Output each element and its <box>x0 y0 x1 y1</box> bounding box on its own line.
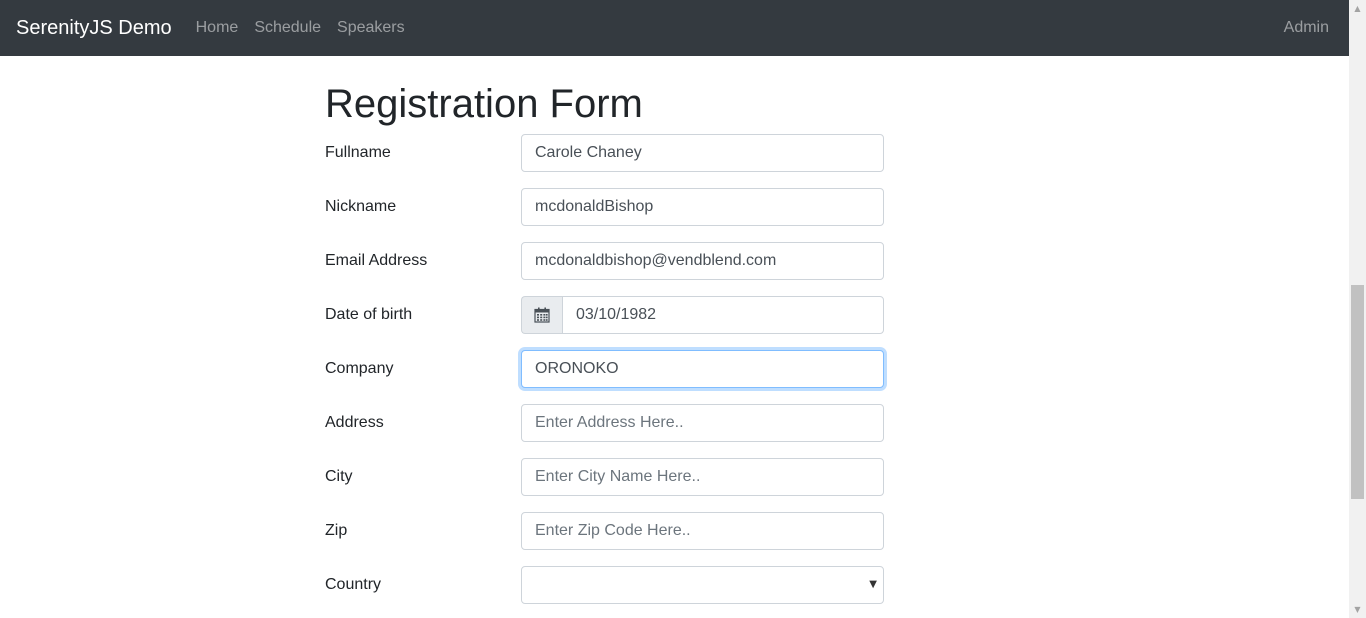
dob-input-group <box>521 296 884 334</box>
email-label: Email Address <box>325 252 428 269</box>
nickname-input[interactable] <box>521 188 884 226</box>
scroll-up-icon[interactable]: ▲ <box>1349 0 1366 17</box>
zip-input[interactable] <box>521 512 884 550</box>
fullname-input[interactable] <box>521 134 884 172</box>
scroll-thumb[interactable] <box>1351 285 1364 499</box>
dob-row: Date of birth <box>325 296 885 334</box>
scroll-down-icon[interactable]: ▼ <box>1349 601 1366 618</box>
fullname-row: Fullname <box>325 134 885 172</box>
city-row: City <box>325 458 885 496</box>
country-label: Country <box>325 576 382 593</box>
zip-label: Zip <box>325 522 348 539</box>
country-row: Country ▼ <box>325 566 885 604</box>
page-scrollbar[interactable]: ▲ ▼ <box>1349 0 1366 618</box>
nav-home-link[interactable]: Home <box>188 19 247 37</box>
fullname-label: Fullname <box>325 144 391 161</box>
address-label: Address <box>325 414 384 431</box>
company-input[interactable] <box>521 350 884 388</box>
nickname-label: Nickname <box>325 198 397 215</box>
nav-admin-link[interactable]: Admin <box>1276 19 1337 37</box>
calendar-icon[interactable] <box>521 296 562 334</box>
page-title: Registration Form <box>325 82 643 126</box>
top-navbar: SerenityJS Demo Home Schedule Speakers A… <box>0 0 1349 56</box>
country-select[interactable]: ▼ <box>521 566 884 604</box>
nickname-row: Nickname <box>325 188 885 226</box>
nav-speakers-link[interactable]: Speakers <box>329 19 413 37</box>
brand-link[interactable]: SerenityJS Demo <box>16 17 172 40</box>
company-label: Company <box>325 360 394 377</box>
company-row: Company <box>325 350 885 388</box>
city-label: City <box>325 468 353 485</box>
chevron-down-icon: ▼ <box>869 579 877 590</box>
dob-label: Date of birth <box>325 306 413 323</box>
nav-schedule-link[interactable]: Schedule <box>246 19 329 37</box>
city-input[interactable] <box>521 458 884 496</box>
email-row: Email Address <box>325 242 885 280</box>
dob-input[interactable] <box>562 296 884 334</box>
zip-row: Zip <box>325 512 885 550</box>
email-input[interactable] <box>521 242 884 280</box>
address-input[interactable] <box>521 404 884 442</box>
address-row: Address <box>325 404 885 442</box>
